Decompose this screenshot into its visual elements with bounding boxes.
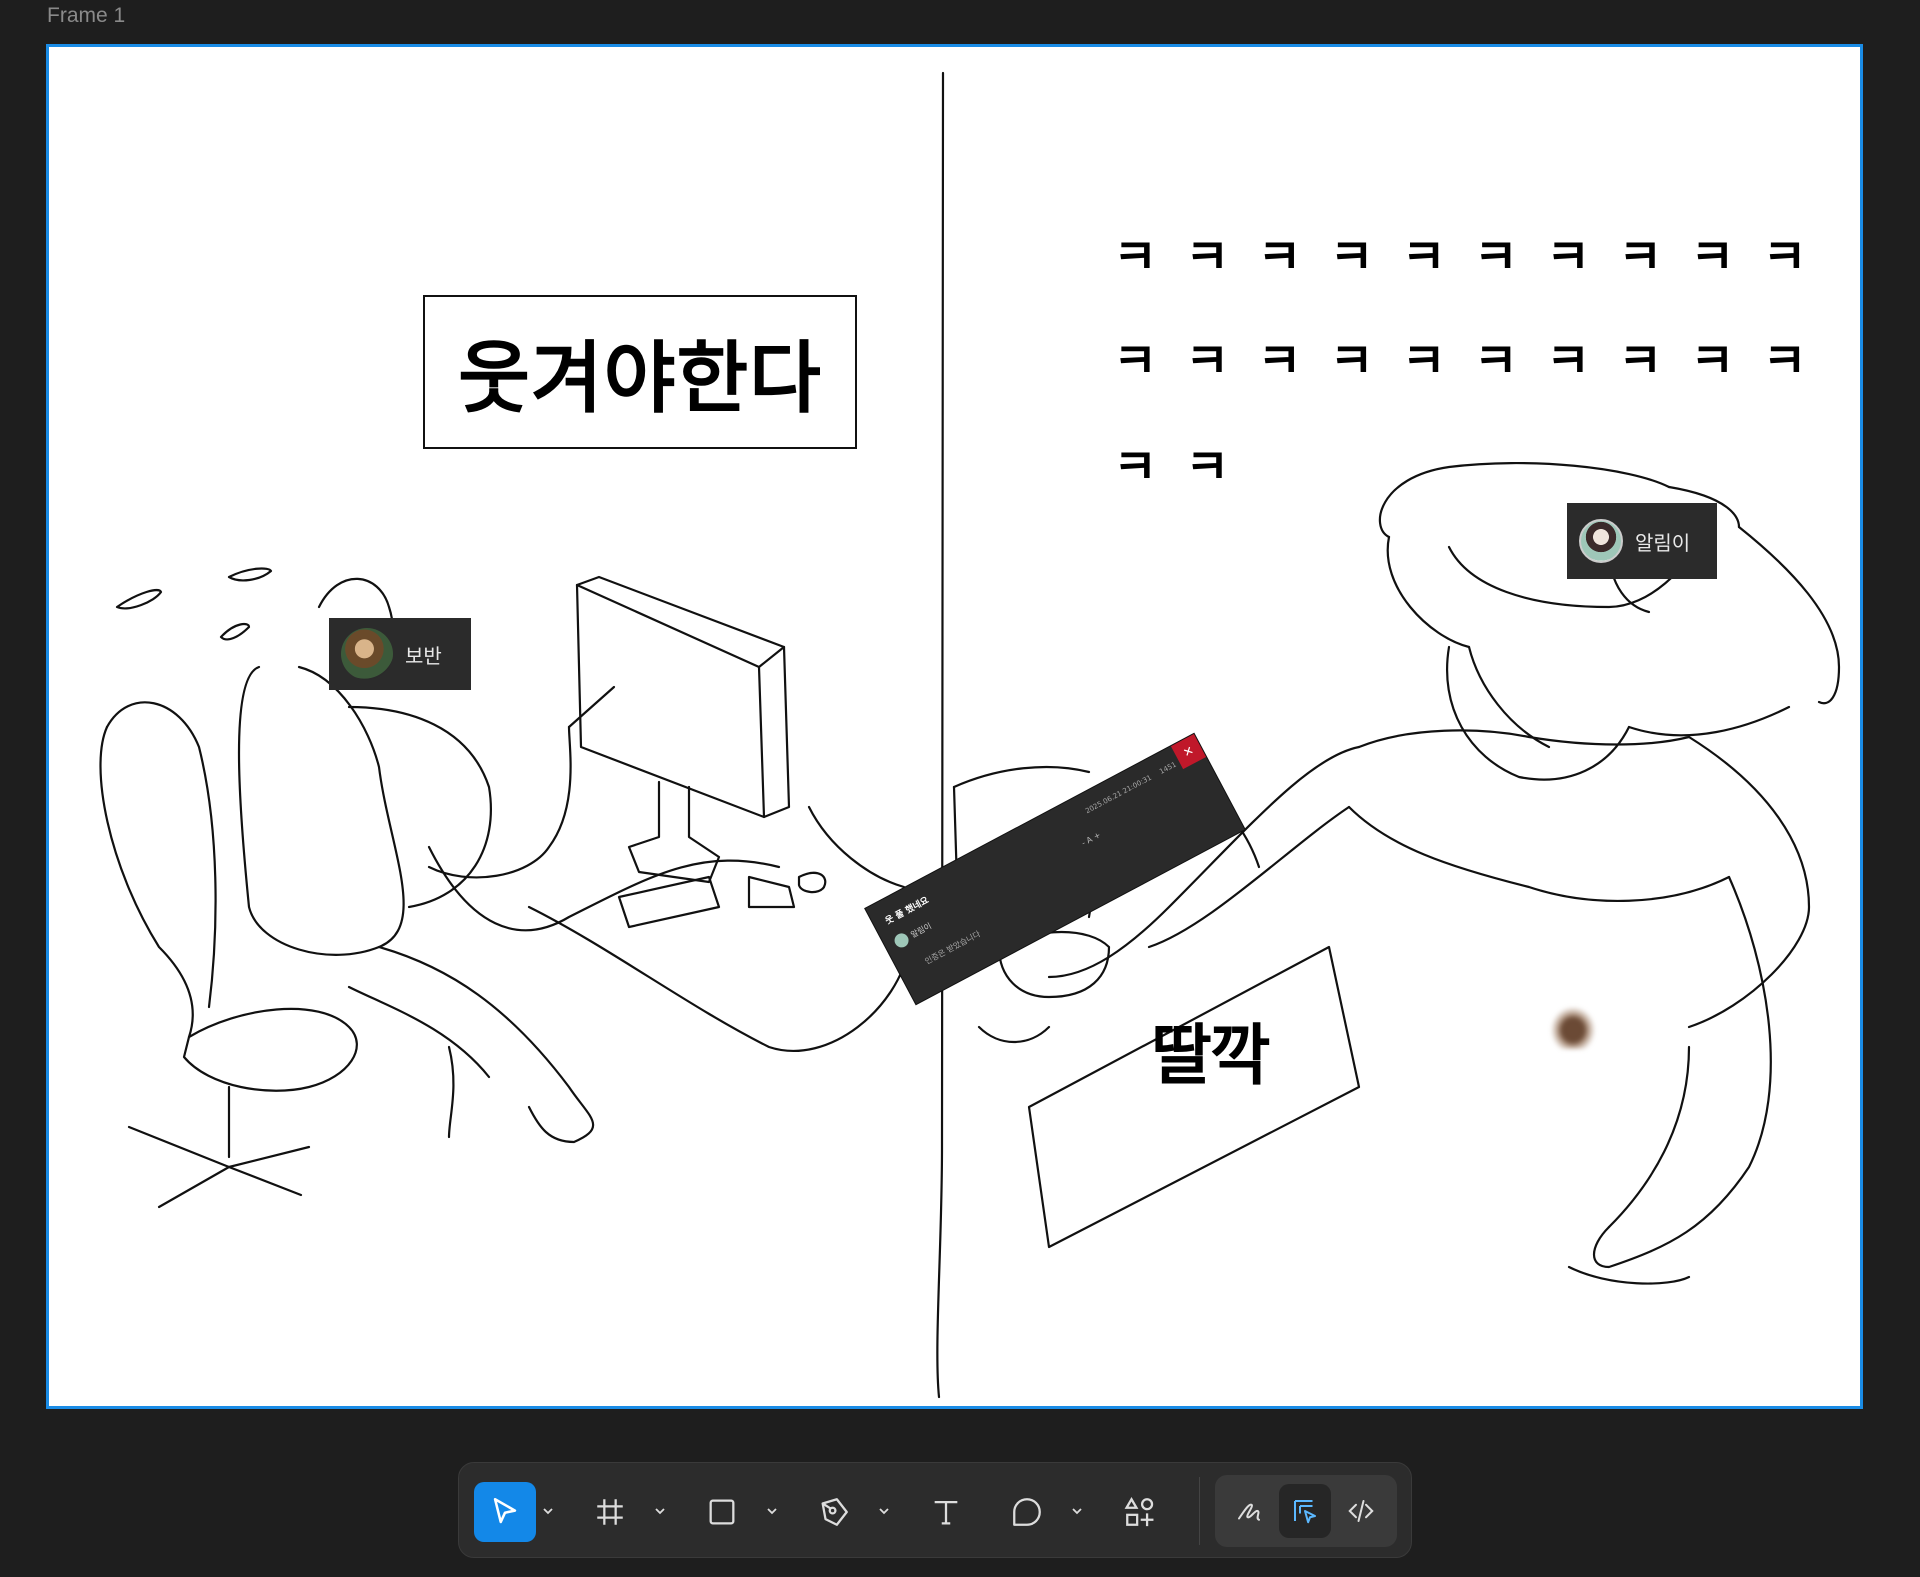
frame-1[interactable]: 웃겨야한다 ㅋㅋㅋㅋㅋㅋㅋㅋㅋㅋ ㅋㅋㅋㅋㅋㅋㅋㅋㅋㅋ ㅋㅋ 딸깍 보반 알림이… bbox=[46, 44, 1863, 1409]
pen-tool-button[interactable] bbox=[803, 1482, 865, 1542]
frame-tool-menu[interactable] bbox=[653, 1504, 667, 1518]
collaborator-name: 알림이 bbox=[1635, 530, 1691, 555]
shape-tool-menu[interactable] bbox=[765, 1504, 779, 1518]
design-mode-button[interactable] bbox=[1279, 1484, 1331, 1538]
chevron-down-icon bbox=[1072, 1508, 1082, 1515]
rectangle-icon bbox=[709, 1499, 735, 1525]
pen-tool-menu[interactable] bbox=[877, 1504, 891, 1518]
dev-mode-button[interactable] bbox=[1335, 1484, 1387, 1538]
code-icon bbox=[1348, 1500, 1374, 1522]
chevron-down-icon bbox=[543, 1508, 553, 1515]
shape-tool-button[interactable] bbox=[691, 1482, 753, 1542]
draw-mode-button[interactable] bbox=[1223, 1484, 1275, 1538]
brown-blob bbox=[1551, 1007, 1595, 1049]
laugh-text-line-3[interactable]: ㅋㅋ bbox=[1113, 427, 1257, 497]
text-icon bbox=[934, 1500, 958, 1525]
font-size-controls: - A + bbox=[1080, 830, 1103, 848]
chevron-down-icon bbox=[767, 1508, 777, 1515]
laugh-text-line-1[interactable]: ㅋㅋㅋㅋㅋㅋㅋㅋㅋㅋ bbox=[1113, 217, 1835, 287]
comment-tool-menu[interactable] bbox=[1070, 1504, 1084, 1518]
text-tool-button[interactable] bbox=[915, 1482, 977, 1542]
avatar bbox=[341, 628, 393, 680]
collaborator-cursor-left[interactable]: 보반 bbox=[329, 618, 471, 690]
mode-switcher bbox=[1215, 1475, 1397, 1547]
pencil-scribble-icon bbox=[1238, 1503, 1260, 1521]
bottom-toolbar bbox=[458, 1462, 1412, 1558]
pen-tool-icon bbox=[821, 1498, 848, 1526]
avatar bbox=[1579, 519, 1623, 563]
design-mode-icon bbox=[1294, 1500, 1316, 1524]
frame-tool-button[interactable] bbox=[579, 1482, 641, 1542]
chevron-down-icon bbox=[655, 1508, 665, 1515]
frame-label[interactable]: Frame 1 bbox=[47, 4, 125, 28]
comment-tool-button[interactable] bbox=[996, 1482, 1058, 1542]
comment-bubble-icon bbox=[1013, 1498, 1041, 1526]
collaborator-name: 보반 bbox=[405, 643, 442, 668]
avatar bbox=[892, 930, 912, 950]
assets-icon bbox=[1124, 1497, 1154, 1527]
actions-button[interactable] bbox=[1109, 1482, 1171, 1542]
sound-effect-text[interactable]: 딸깍 bbox=[1151, 1002, 1270, 1098]
move-tool-button[interactable] bbox=[474, 1482, 536, 1542]
popup-views: 1451 bbox=[1158, 760, 1178, 776]
move-tool-menu[interactable] bbox=[541, 1504, 555, 1518]
cursor-arrow-icon bbox=[493, 1497, 517, 1524]
title-box[interactable]: 웃겨야한다 bbox=[423, 295, 857, 449]
collaborator-cursor-right[interactable]: 알림이 bbox=[1567, 503, 1717, 579]
popup-body: 인증은 받았습니다 bbox=[923, 929, 982, 967]
frame-grid-icon bbox=[597, 1499, 623, 1525]
toolbar-divider bbox=[1199, 1477, 1200, 1545]
popup-author: 알림이 bbox=[909, 921, 934, 940]
laugh-text-line-2[interactable]: ㅋㅋㅋㅋㅋㅋㅋㅋㅋㅋ bbox=[1113, 321, 1835, 391]
chevron-down-icon bbox=[879, 1508, 889, 1515]
